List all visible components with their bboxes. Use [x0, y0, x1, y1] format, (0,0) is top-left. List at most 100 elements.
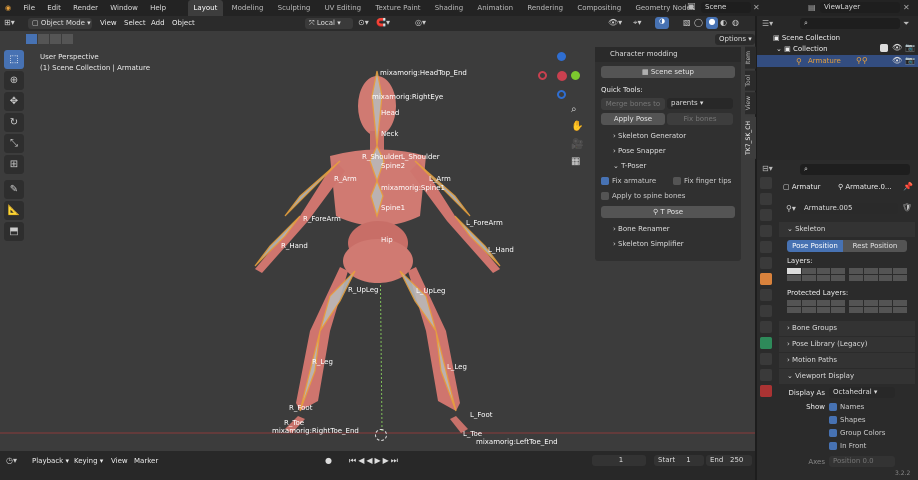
- snap-icon[interactable]: 🧲▾: [376, 18, 390, 27]
- menu-file[interactable]: File: [18, 0, 40, 16]
- outliner-type-icon[interactable]: ☰▾: [762, 19, 773, 28]
- tab-compositing[interactable]: Compositing: [571, 0, 627, 16]
- timeline-type-icon[interactable]: ◷▾: [6, 456, 17, 465]
- view-layer-close-icon[interactable]: ✕: [903, 3, 910, 12]
- outliner-collection[interactable]: ⌄ ▣ Collection: [776, 45, 828, 53]
- fix-armature-checkbox[interactable]: Fix armature: [601, 174, 673, 189]
- bone-constraints-tab-icon[interactable]: [760, 369, 772, 381]
- show-group-colors-checkbox[interactable]: Group Colors: [829, 427, 885, 440]
- armature-render-icon[interactable]: 📷: [905, 56, 915, 65]
- skeleton-simplifier-section[interactable]: › Skeleton Simplifier: [595, 237, 741, 252]
- tab-uv-editing[interactable]: UV Editing: [319, 0, 368, 16]
- armature-datablock-icon[interactable]: ⚲▾: [786, 204, 796, 213]
- axes-position-field[interactable]: Position 0.0: [829, 456, 895, 467]
- menu-view[interactable]: View: [100, 19, 117, 27]
- tab-tool[interactable]: Tool: [745, 70, 756, 91]
- neg-z-axis-icon[interactable]: [557, 90, 566, 99]
- pan-hand-icon[interactable]: ✋: [571, 121, 583, 132]
- camera-view-icon[interactable]: 🎥: [571, 139, 583, 150]
- protected-layers-grid-a[interactable]: [787, 300, 845, 313]
- menu-window[interactable]: Window: [105, 0, 143, 16]
- gizmo-icon[interactable]: ⌖▾: [633, 18, 642, 28]
- bone-renamer-section[interactable]: › Bone Renamer: [595, 222, 741, 237]
- pin-icon[interactable]: 📌: [903, 182, 913, 191]
- options-dropdown[interactable]: Options ▾: [715, 34, 755, 45]
- fake-user-icon[interactable]: 🛡: [902, 203, 912, 212]
- show-shapes-checkbox[interactable]: Shapes: [829, 414, 885, 427]
- tab-shading[interactable]: Shading: [429, 0, 469, 16]
- mode-dropdown[interactable]: ▢ Object Mode ▾: [28, 18, 92, 29]
- tab-sculpting[interactable]: Sculpting: [272, 0, 317, 16]
- menu-select[interactable]: Select: [124, 19, 146, 27]
- wireframe-shading-icon[interactable]: ◯: [694, 18, 703, 27]
- rendered-shading-icon[interactable]: ◍: [732, 18, 739, 27]
- apply-spine-checkbox[interactable]: Apply to spine bones: [601, 189, 735, 204]
- show-names-checkbox[interactable]: Names: [829, 401, 885, 414]
- output-tab-icon[interactable]: [760, 209, 772, 221]
- merge-target-dropdown[interactable]: parents ▾: [667, 98, 733, 109]
- tab-view[interactable]: View: [745, 92, 756, 115]
- record-icon[interactable]: ●: [325, 456, 332, 465]
- neg-x-axis-icon[interactable]: [538, 71, 547, 80]
- tab-rendering[interactable]: Rendering: [521, 0, 569, 16]
- armature-datablock-field[interactable]: Armature.005: [800, 203, 898, 214]
- bone-layers-grid-a[interactable]: [787, 268, 845, 281]
- menu-help[interactable]: Help: [145, 0, 171, 16]
- collection-visibility-icon[interactable]: 👁: [892, 43, 902, 52]
- timeline-menu-marker[interactable]: Marker: [134, 457, 158, 465]
- fix-finger-tips-checkbox[interactable]: Fix finger tips: [673, 174, 731, 189]
- tab-texture-paint[interactable]: Texture Paint: [369, 0, 426, 16]
- xray-icon[interactable]: ▧: [683, 18, 691, 27]
- outliner-search-input[interactable]: ⌕: [800, 18, 900, 29]
- t-pose-button[interactable]: ⚲ T Pose: [601, 206, 735, 218]
- constraints-tab-icon[interactable]: [760, 321, 772, 333]
- object-tab-icon[interactable]: [760, 273, 772, 285]
- solid-shading-icon[interactable]: ●: [706, 17, 718, 29]
- current-frame-field[interactable]: 1: [592, 455, 646, 466]
- menu-object[interactable]: Object: [172, 19, 195, 27]
- menu-add[interactable]: Add: [151, 19, 165, 27]
- timeline-menu-playback[interactable]: Playback ▾: [32, 457, 69, 465]
- playback-controls[interactable]: ⏮◀◀▶▶⏭: [349, 456, 400, 466]
- t-poser-section[interactable]: ⌄ T-Poser: [595, 159, 741, 174]
- z-axis-icon[interactable]: [557, 52, 566, 61]
- apply-pose-button[interactable]: Apply Pose: [601, 113, 665, 125]
- texture-tab-icon[interactable]: [760, 385, 772, 397]
- display-as-dropdown[interactable]: Octahedral ▾: [829, 387, 895, 398]
- proportional-edit-icon[interactable]: ◎▾: [415, 18, 426, 27]
- start-frame-field[interactable]: Start 1: [654, 455, 704, 466]
- transform-orientation-dropdown[interactable]: ⤧ Local ▾: [305, 18, 353, 29]
- scene-field[interactable]: Scene: [701, 2, 751, 13]
- armature-data-tab-icon[interactable]: [760, 337, 772, 349]
- armature-visibility-icon[interactable]: 👁: [892, 56, 902, 65]
- 3d-cursor-icon[interactable]: [375, 429, 387, 441]
- menu-edit[interactable]: Edit: [42, 0, 66, 16]
- properties-type-icon[interactable]: ⊟▾: [762, 164, 773, 173]
- pose-snapper-section[interactable]: › Pose Snapper: [595, 144, 741, 159]
- editor-type-icon[interactable]: ⊞▾: [4, 18, 15, 27]
- navigation-gizmo[interactable]: [538, 52, 584, 99]
- scene-setup-button[interactable]: ▦ Scene setup: [601, 66, 735, 78]
- show-in-front-checkbox[interactable]: In Front: [829, 440, 885, 453]
- view-layer-tab-icon[interactable]: [760, 225, 772, 237]
- blender-logo-icon[interactable]: ◉: [0, 0, 16, 16]
- tab-tk7-sk-ch[interactable]: TK7_SK_CH: [745, 116, 756, 159]
- collection-render-icon[interactable]: 📷: [905, 43, 915, 52]
- scene-close-icon[interactable]: ✕: [753, 3, 760, 12]
- zoom-icon[interactable]: ⌕: [571, 104, 577, 115]
- motion-paths-panel-header[interactable]: › Motion Paths: [779, 353, 915, 368]
- bone-groups-panel-header[interactable]: › Bone Groups: [779, 321, 915, 336]
- viewport-display-panel-header[interactable]: ⌄ Viewport Display: [779, 369, 915, 384]
- tab-layout[interactable]: Layout: [187, 0, 224, 16]
- outliner-scene-collection[interactable]: ▣ Scene Collection: [773, 34, 840, 42]
- skeleton-panel-header[interactable]: ⌄ Skeleton: [779, 222, 915, 237]
- y-axis-icon[interactable]: [571, 71, 580, 80]
- skeleton-generator-section[interactable]: › Skeleton Generator: [595, 129, 741, 144]
- end-frame-field[interactable]: End 250: [706, 455, 752, 466]
- visibility-icon[interactable]: 👁▾: [608, 18, 622, 27]
- timeline-menu-keying[interactable]: Keying ▾: [74, 457, 103, 465]
- merge-bones-button[interactable]: Merge bones to: [601, 98, 665, 110]
- material-shading-icon[interactable]: ◐: [720, 18, 727, 27]
- tab-modeling[interactable]: Modeling: [226, 0, 270, 16]
- collection-checkbox[interactable]: [880, 44, 888, 52]
